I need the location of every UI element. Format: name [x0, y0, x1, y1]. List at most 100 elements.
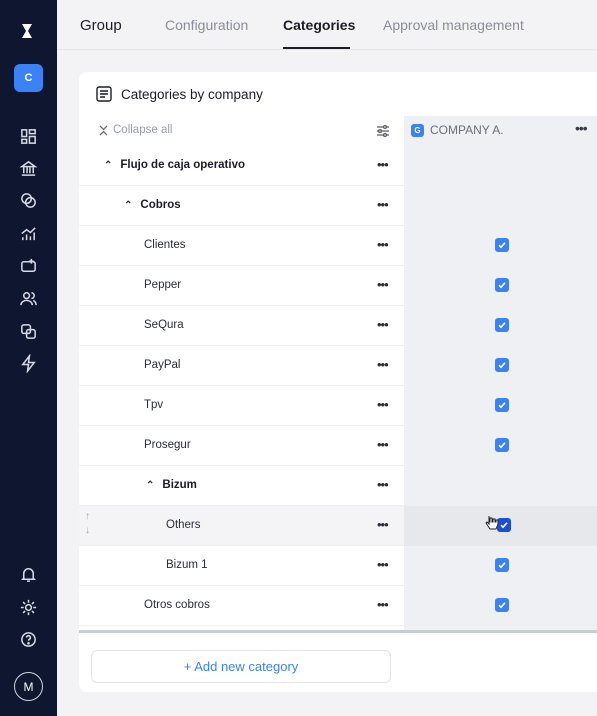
category-row[interactable]: ↑ ↓ Others •••: [79, 506, 597, 546]
category-row[interactable]: ⌃ Bizum •••: [79, 466, 597, 506]
row-label: ⌃ Bizum: [146, 479, 197, 491]
company-more-icon[interactable]: •••: [575, 120, 588, 136]
row-label-cell: [79, 506, 404, 546]
company-checkbox[interactable]: [495, 358, 509, 372]
row-more-icon[interactable]: •••: [377, 557, 389, 572]
top-tabs: Group Configuration Categories Approval …: [57, 0, 597, 50]
tab-configuration[interactable]: Configuration: [165, 17, 248, 33]
row-label-text: Pepper: [144, 279, 182, 291]
row-more-icon[interactable]: •••: [377, 477, 389, 492]
row-label-text: Flujo de caja operativo: [120, 159, 246, 171]
wallet-icon[interactable]: [19, 256, 38, 275]
row-label-text: Bizum: [162, 479, 197, 491]
bell-icon[interactable]: [19, 565, 38, 584]
row-label-text: Others: [166, 519, 201, 531]
hand-cursor-icon: [485, 516, 499, 530]
bank-icon[interactable]: [19, 159, 38, 178]
help-icon[interactable]: [19, 630, 38, 649]
row-more-icon[interactable]: •••: [377, 317, 389, 332]
row-label-text: Otros cobros: [144, 599, 210, 611]
check-icon: [500, 522, 508, 529]
row-more-icon[interactable]: •••: [377, 517, 389, 532]
category-row[interactable]: SeQura •••: [79, 306, 597, 346]
row-more-icon[interactable]: •••: [377, 237, 389, 252]
check-icon: [498, 442, 506, 449]
category-row[interactable]: Tpv •••: [79, 386, 597, 426]
tab-approval-management[interactable]: Approval management: [383, 17, 524, 33]
company-name: COMPANY A.: [430, 123, 504, 137]
sidebar: C M: [0, 0, 57, 716]
row-more-icon[interactable]: •••: [377, 357, 389, 372]
collapse-icon: [99, 125, 108, 135]
row-label: PayPal: [144, 359, 180, 371]
app-logo-icon[interactable]: [17, 20, 39, 42]
row-label-text: Tpv: [144, 399, 164, 411]
row-more-icon[interactable]: •••: [377, 397, 389, 412]
row-label-cell: [79, 586, 404, 626]
row-label-cell: [79, 306, 404, 346]
arrow-up-icon[interactable]: ↑: [85, 511, 90, 522]
category-row[interactable]: PayPal •••: [79, 346, 597, 386]
row-more-icon[interactable]: •••: [377, 157, 389, 172]
company-switcher[interactable]: C: [14, 64, 43, 92]
chevron-up-icon[interactable]: ⌃: [146, 480, 154, 491]
category-row[interactable]: Bizum 1 •••: [79, 546, 597, 586]
add-new-category-button[interactable]: + Add new category: [91, 650, 391, 683]
check-icon: [498, 322, 506, 329]
row-label-cell: [79, 426, 404, 466]
row-label-cell: [79, 346, 404, 386]
row-label: Tpv: [144, 399, 163, 411]
row-more-icon[interactable]: •••: [377, 197, 389, 212]
company-checkbox[interactable]: [495, 598, 509, 612]
check-icon: [498, 562, 506, 569]
gear-icon[interactable]: [19, 598, 38, 617]
users-icon[interactable]: [19, 289, 38, 308]
coins-icon[interactable]: [19, 191, 38, 210]
row-label-cell: [79, 226, 404, 266]
chevron-up-icon[interactable]: ⌃: [124, 200, 132, 211]
collapse-all-button[interactable]: Collapse all: [99, 124, 172, 136]
chevron-up-icon[interactable]: ⌃: [104, 160, 112, 171]
category-row[interactable]: ⌃ Flujo de caja operativo •••: [79, 146, 597, 186]
category-row[interactable]: Pepper •••: [79, 266, 597, 306]
company-checkbox[interactable]: [495, 558, 509, 572]
row-label-text: SeQura: [144, 319, 184, 331]
card-title: Categories by company: [121, 86, 263, 102]
row-label: SeQura: [144, 319, 184, 331]
row-more-icon[interactable]: •••: [377, 277, 389, 292]
dashboard-icon[interactable]: [19, 127, 38, 146]
company-header[interactable]: G COMPANY A.: [411, 123, 504, 137]
table-divider: [79, 630, 597, 633]
row-more-icon[interactable]: •••: [377, 597, 389, 612]
category-row[interactable]: Otros cobros •••: [79, 586, 597, 626]
check-icon: [498, 602, 506, 609]
copy-icon[interactable]: [19, 322, 38, 341]
row-label-text: Cobros: [140, 199, 181, 211]
row-label-cell: [79, 466, 404, 506]
company-checkbox[interactable]: [495, 318, 509, 332]
row-label: Bizum 1: [166, 559, 208, 571]
tab-categories[interactable]: Categories: [283, 17, 355, 33]
tab-group[interactable]: Group: [80, 17, 122, 34]
bolt-icon[interactable]: [19, 354, 38, 373]
row-label: Clientes: [144, 239, 186, 251]
company-checkbox[interactable]: [495, 278, 509, 292]
row-label: ⌃ Flujo de caja operativo: [104, 159, 245, 171]
filter-settings-icon[interactable]: [376, 124, 390, 138]
category-row[interactable]: Prosegur •••: [79, 426, 597, 466]
chart-icon[interactable]: [19, 224, 38, 243]
company-checkbox[interactable]: [495, 238, 509, 252]
category-row[interactable]: ⌃ Cobros •••: [79, 186, 597, 226]
row-more-icon[interactable]: •••: [377, 437, 389, 452]
check-icon: [498, 242, 506, 249]
row-label: Otros cobros: [144, 599, 210, 611]
company-checkbox[interactable]: [495, 438, 509, 452]
category-row[interactable]: Clientes •••: [79, 226, 597, 266]
arrow-down-icon[interactable]: ↓: [85, 525, 90, 536]
user-avatar[interactable]: M: [14, 672, 43, 701]
reorder-handle[interactable]: ↑ ↓: [85, 510, 90, 538]
row-label-cell: [79, 266, 404, 306]
row-label-text: Prosegur: [144, 439, 191, 451]
row-label-text: Bizum 1: [166, 559, 208, 571]
company-checkbox[interactable]: [495, 398, 509, 412]
